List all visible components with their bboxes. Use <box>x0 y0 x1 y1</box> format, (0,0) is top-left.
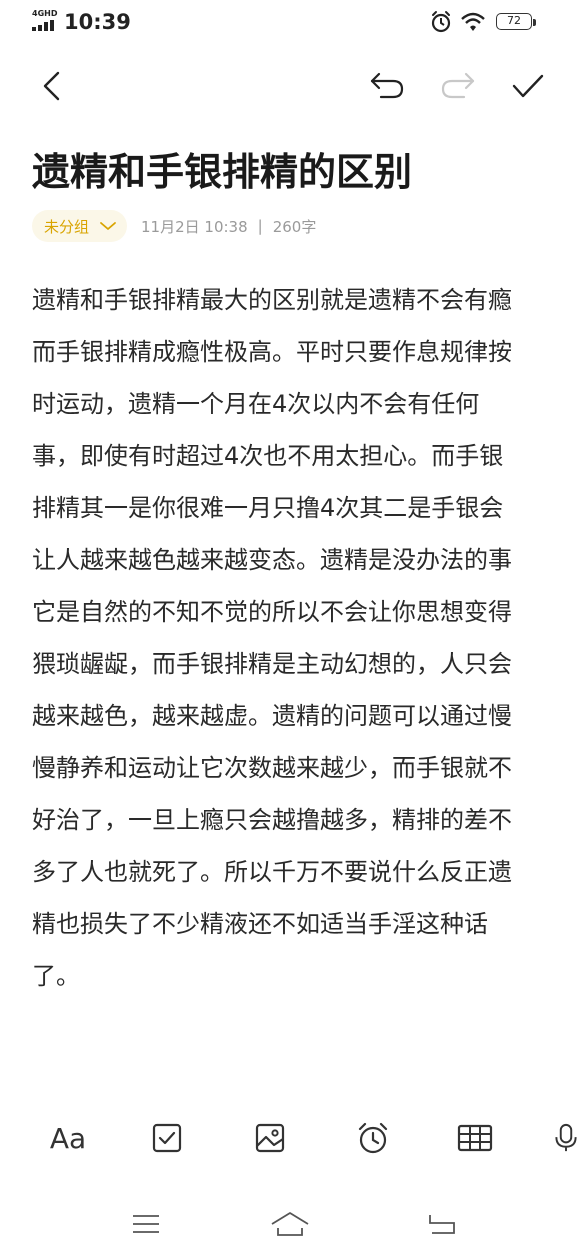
checklist-button[interactable] <box>145 1118 189 1158</box>
battery-tip <box>533 19 536 26</box>
body-line: 时运动，遗精一个月在4次以内不会有任何 <box>32 390 480 418</box>
note-body[interactable]: 遗精和手银排精最大的区别就是遗精不会有瘾 而手银排精成瘾性极高。平时只要作息规律… <box>32 274 552 1002</box>
body-line: 事，即使有时超过4次也不用太担心。而手银 <box>32 442 504 470</box>
note-title[interactable]: 遗精和手银排精的区别 <box>32 147 412 197</box>
body-line: 越来越色，越来越虚。遗精的问题可以通过慢 <box>32 702 512 730</box>
system-nav-bar <box>0 1196 580 1256</box>
note-editor-screen: 4GHD 10:39 72 遗精和手银排精的区别 未分组 11月2日 10:38… <box>0 0 580 1257</box>
editor-toolbar <box>0 58 580 112</box>
signal-icon: 4GHD <box>32 10 58 32</box>
body-line: 精也损失了不少精液还不如适当手淫这种话 <box>32 910 488 938</box>
battery-icon: 72 <box>496 13 532 30</box>
redo-button[interactable] <box>436 64 480 108</box>
body-line: 让人越来越色越来越变态。遗精是没办法的事 <box>32 546 512 574</box>
format-toolbar: Aa <box>0 1108 580 1168</box>
voice-input-button[interactable] <box>552 1118 580 1158</box>
done-button[interactable] <box>506 64 550 108</box>
word-count: 260字 <box>272 217 317 236</box>
meta-separator: | <box>257 217 263 235</box>
body-line: 而手银排精成瘾性极高。平时只要作息规律按 <box>32 338 512 366</box>
text-format-icon: Aa <box>49 1121 87 1155</box>
body-line: 遗精和手银排精最大的区别就是遗精不会有瘾 <box>32 286 512 314</box>
network-type-label: 4GHD <box>32 9 58 18</box>
insert-image-button[interactable] <box>248 1118 292 1158</box>
home-icon <box>271 1212 309 1236</box>
body-line: 好治了，一旦上瘾只会越撸越多，精排的差不 <box>32 806 512 834</box>
reminder-button[interactable] <box>351 1118 395 1158</box>
group-label: 未分组 <box>44 217 90 236</box>
back-button[interactable] <box>30 64 74 108</box>
recent-apps-button[interactable] <box>124 1204 168 1244</box>
body-line: 多了人也就死了。所以千万不要说什么反正遗 <box>32 858 512 886</box>
redo-icon <box>441 72 475 99</box>
home-button[interactable] <box>268 1204 312 1244</box>
body-line: 了。 <box>32 962 80 990</box>
checkbox-icon <box>152 1123 182 1153</box>
back-arrow-icon <box>43 71 60 101</box>
alarm-icon <box>431 11 451 33</box>
status-bar: 4GHD 10:39 72 <box>0 0 580 44</box>
alarm-clock-icon <box>358 1122 388 1154</box>
body-line: 排精其一是你很难一月只撸4次其二是手银会 <box>32 494 504 522</box>
text-format-button[interactable]: Aa <box>44 1118 92 1158</box>
table-icon <box>457 1124 493 1152</box>
back-icon <box>429 1215 455 1234</box>
status-time: 10:39 <box>64 10 131 34</box>
body-line: 猥琐龌龊，而手银排精是主动幻想的，人只会 <box>32 650 512 678</box>
insert-table-button[interactable] <box>453 1118 497 1158</box>
chevron-down-icon <box>100 222 116 230</box>
undo-button[interactable] <box>365 64 409 108</box>
menu-icon <box>133 1215 159 1233</box>
note-date: 11月2日 10:38 <box>141 217 248 236</box>
system-back-button[interactable] <box>420 1204 464 1244</box>
checkmark-icon <box>512 74 544 98</box>
battery-level: 72 <box>507 14 521 27</box>
body-line: 慢静养和运动让它次数越来越少，而手银就不 <box>32 754 512 782</box>
body-line: 它是自然的不知不觉的所以不会让你思想变得 <box>32 598 512 626</box>
group-selector[interactable]: 未分组 <box>32 210 128 242</box>
image-icon <box>255 1123 285 1153</box>
wifi-icon <box>461 12 485 31</box>
undo-icon <box>370 72 404 99</box>
microphone-icon <box>555 1123 577 1152</box>
note-meta: 未分组 11月2日 10:38 | 260字 <box>32 208 316 244</box>
